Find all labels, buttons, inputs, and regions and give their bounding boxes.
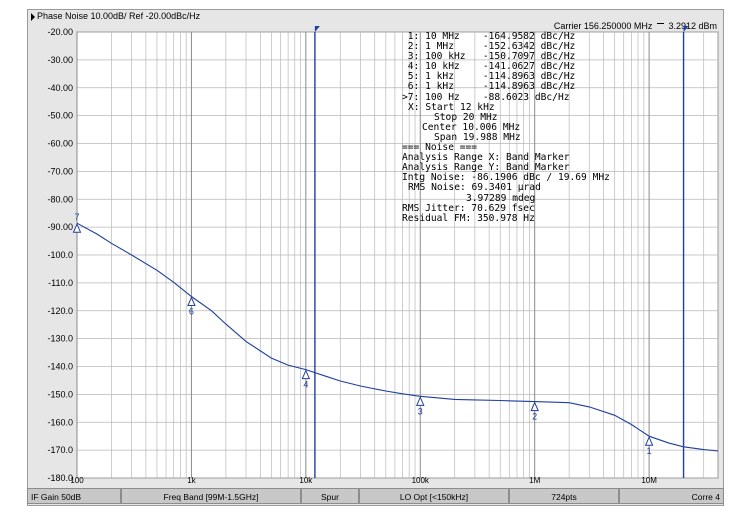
y-tick-label: -160.0 <box>47 417 73 427</box>
marker-label: 6 <box>189 307 194 317</box>
x-tick-label: 1k <box>187 476 196 485</box>
y-tick-label: -60.00 <box>47 139 73 149</box>
y-tick-label: -130.0 <box>47 334 73 344</box>
band-marker-flag <box>314 26 320 32</box>
y-tick-label: -40.00 <box>47 83 73 93</box>
x-tick-label: 10M <box>641 476 657 485</box>
y-tick-label: -70.00 <box>47 166 73 176</box>
points-status[interactable]: 724pts <box>509 488 619 504</box>
y-tick-label: -180.0 <box>47 473 73 483</box>
y-axis-ticks: -20.00 -30.00 -40.00 -50.00 -60.00 -70.00 -80.… <box>47 27 73 483</box>
band-marker-flag <box>683 26 689 32</box>
y-tick-label: -110.0 <box>48 278 73 288</box>
y-tick-label: -150.0 <box>47 389 73 399</box>
marker-label: 1 <box>647 446 652 456</box>
phase-noise-chart: -20.00 -30.00 -40.00 -50.00 -60.00 -70.00 -80.… <box>47 26 719 485</box>
marker-readout-panel: 1: 10 MHz -164.9582 dBc/Hz 2: 1 MHz -152… <box>402 31 610 224</box>
x-tick-label: 10k <box>299 476 313 485</box>
freq-band-status[interactable]: Freq Band [99M-1.5GHz] <box>121 488 301 504</box>
rms-noise-rad: RMS Noise: 69.3401 µrad <box>408 182 541 194</box>
y-tick-label: -90.00 <box>47 222 73 232</box>
marker-7[interactable]: 7 <box>72 212 82 233</box>
x-tick-label: 100k <box>412 476 430 485</box>
y-tick-label: -100.0 <box>47 250 73 260</box>
y-tick-label: -20.00 <box>47 27 73 37</box>
if-gain-status[interactable]: IF Gain 50dB <box>27 488 121 504</box>
y-tick-label: -120.0 <box>47 306 73 316</box>
grid <box>76 31 719 479</box>
spur-status[interactable]: Spur <box>301 488 359 504</box>
x-tick-label: 1M <box>529 476 540 485</box>
corre-status[interactable]: Corre 4 <box>619 488 724 504</box>
marker-label: 7 <box>74 212 79 222</box>
marker-label: 2 <box>532 412 537 422</box>
residual-fm: Residual FM: 350.978 Hz <box>402 212 535 224</box>
y-tick-label: -50.00 <box>47 111 73 121</box>
marker-label: 4 <box>303 380 308 390</box>
y-tick-label: -170.0 <box>47 445 73 455</box>
lo-opt-status[interactable]: LO Opt [<150kHz] <box>359 488 509 504</box>
x-tick-label: 100 <box>70 476 84 485</box>
marker-label: 3 <box>418 406 423 416</box>
y-tick-label: -30.00 <box>47 55 73 65</box>
y-tick-label: -140.0 <box>47 362 73 372</box>
y-tick-label: -80.00 <box>47 194 73 204</box>
status-bar: IF Gain 50dB Freq Band [99M-1.5GHz] Spur… <box>27 488 724 504</box>
